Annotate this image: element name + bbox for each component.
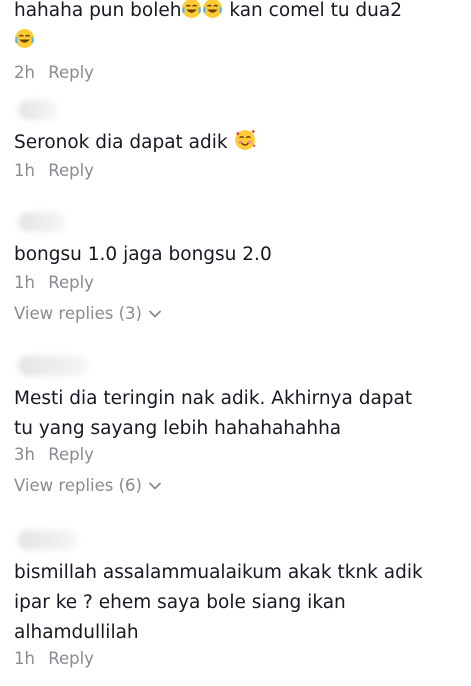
view-replies-label: View replies (3) <box>14 304 142 323</box>
comment-item: bongsu 1.0 jaga bongsu 2.0 1h Reply View… <box>14 212 461 325</box>
comment-meta: 1h Reply <box>14 160 461 182</box>
comment-text: Seronok dia dapat adik <box>14 128 461 158</box>
comment-time: 2h <box>14 63 35 82</box>
comment-time: 1h <box>14 161 35 180</box>
view-replies-button[interactable]: View replies (3) <box>14 303 162 325</box>
tears-of-joy-emoji-icon <box>181 0 202 19</box>
reply-button[interactable]: Reply <box>48 161 94 180</box>
comment-text: Mesti dia teringin nak adik. Akhirnya da… <box>14 388 419 439</box>
comment-item: Seronok dia dapat adik 1h Reply <box>14 100 461 182</box>
blurred-username <box>18 212 66 232</box>
reply-button[interactable]: Reply <box>48 273 94 292</box>
blurred-username <box>18 100 58 120</box>
comment-meta: 3h Reply <box>14 444 461 466</box>
chevron-down-icon <box>149 310 161 318</box>
reply-button[interactable]: Reply <box>48 445 94 464</box>
comment-meta: 1h Reply <box>14 648 461 670</box>
chevron-down-icon <box>149 482 161 490</box>
comment-time: 3h <box>14 445 35 464</box>
comment-item: Mesti dia teringin nak adik. Akhirnya da… <box>14 356 461 497</box>
reply-button[interactable]: Reply <box>48 649 94 668</box>
comment-item: bismillah assalammualaikum akak tknk adi… <box>14 530 461 670</box>
comment-meta: 2h Reply <box>14 62 461 84</box>
smiling-face-with-hearts-emoji-icon <box>234 129 255 150</box>
comment-text: hahaha pun boleh kan comel tu dua2 <box>14 0 461 56</box>
view-replies-button[interactable]: View replies (6) <box>14 475 162 497</box>
comment-item: hahaha pun boleh kan comel tu dua2 2h Re… <box>14 0 461 84</box>
blurred-username <box>18 356 88 376</box>
comment-meta: 1h Reply <box>14 272 461 294</box>
comment-text: bismillah assalammualaikum akak tknk adi… <box>14 562 429 643</box>
tears-of-joy-emoji-icon <box>14 28 35 49</box>
tears-of-joy-emoji-icon <box>202 0 223 19</box>
comment-thread: hahaha pun boleh kan comel tu dua2 2h Re… <box>0 0 471 686</box>
comment-time: 1h <box>14 649 35 668</box>
view-replies-label: View replies (6) <box>14 476 142 495</box>
comment-text: bongsu 1.0 jaga bongsu 2.0 <box>14 244 272 265</box>
blurred-username <box>18 530 78 550</box>
reply-button[interactable]: Reply <box>48 63 94 82</box>
comment-time: 1h <box>14 273 35 292</box>
